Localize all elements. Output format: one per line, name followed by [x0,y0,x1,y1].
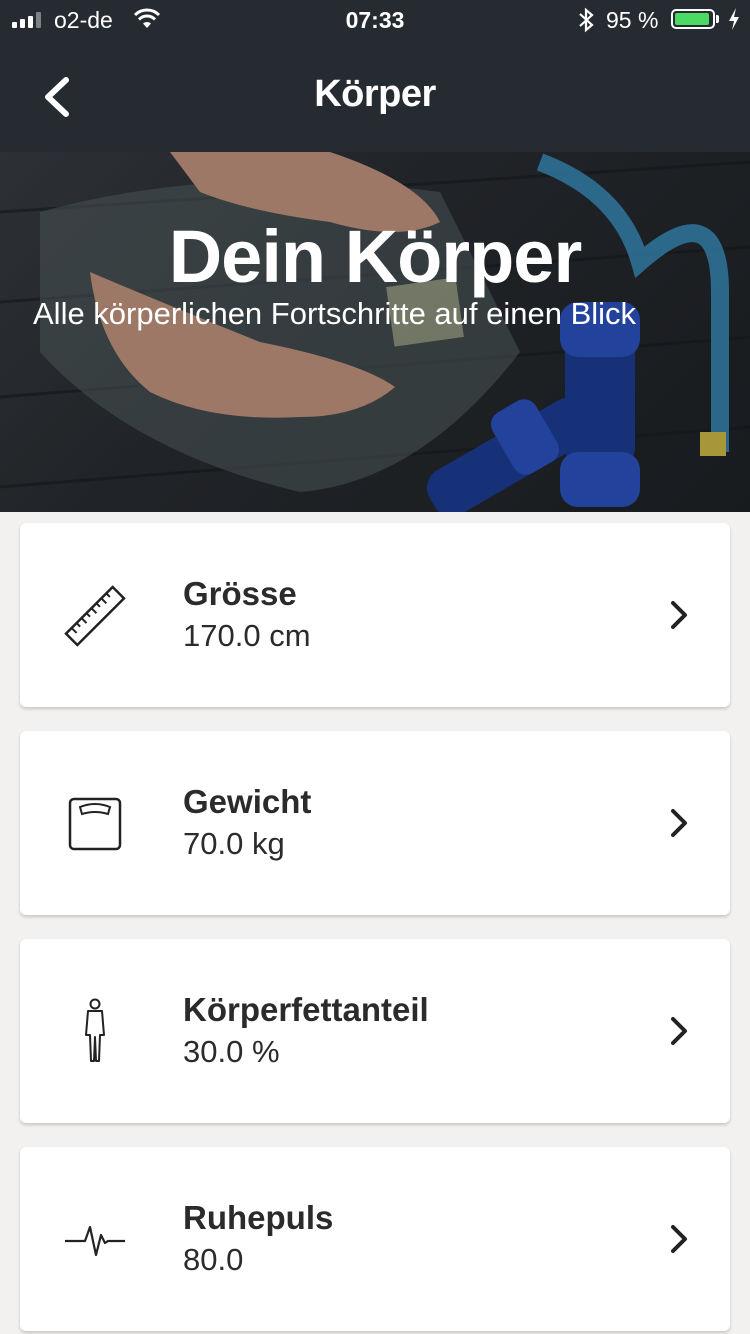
top-bar: o2-de 07:33 95 % Körper [0,0,750,152]
hero-banner: Dein Körper Alle körperlichen Fortschrit… [0,152,750,512]
scale-icon [68,797,122,851]
list-item-groesse[interactable]: Grösse 170.0 cm [20,523,730,707]
battery-tip [716,15,719,23]
bluetooth-icon [579,7,594,33]
ruler-icon [64,585,126,647]
list-item-gewicht[interactable]: Gewicht 70.0 kg [20,731,730,915]
battery-level-fill [675,13,709,25]
item-value: 70.0 kg [183,826,285,861]
item-label: Ruhepuls [183,1199,334,1236]
hero-title: Dein Körper [168,215,583,298]
list-item-ruhepuls[interactable]: Ruhepuls 80.0 [20,1147,730,1331]
list-item-koerperfettanteil[interactable]: Körperfettanteil 30.0 % [20,939,730,1123]
charging-bolt-icon [729,8,739,30]
heartbeat-icon [65,1225,125,1257]
chevron-right-icon [671,1225,687,1253]
person-icon [85,998,105,1062]
item-label: Gewicht [183,783,312,820]
hero-subtitle: Alle körperlichen Fortschritte auf einen… [33,296,637,331]
item-value: 80.0 [183,1242,244,1277]
chevron-right-icon [671,1017,687,1045]
item-value: 30.0 % [183,1034,280,1069]
status-bar: o2-de 07:33 95 % [0,0,750,40]
item-label: Grösse [183,575,297,612]
page-title: Körper [314,73,436,115]
chevron-right-icon [671,601,687,629]
battery-icon [671,9,715,29]
item-value: 170.0 cm [183,618,311,653]
chevron-right-icon [671,809,687,837]
battery-percent: 95 % [606,7,659,33]
item-label: Körperfettanteil [183,991,429,1028]
